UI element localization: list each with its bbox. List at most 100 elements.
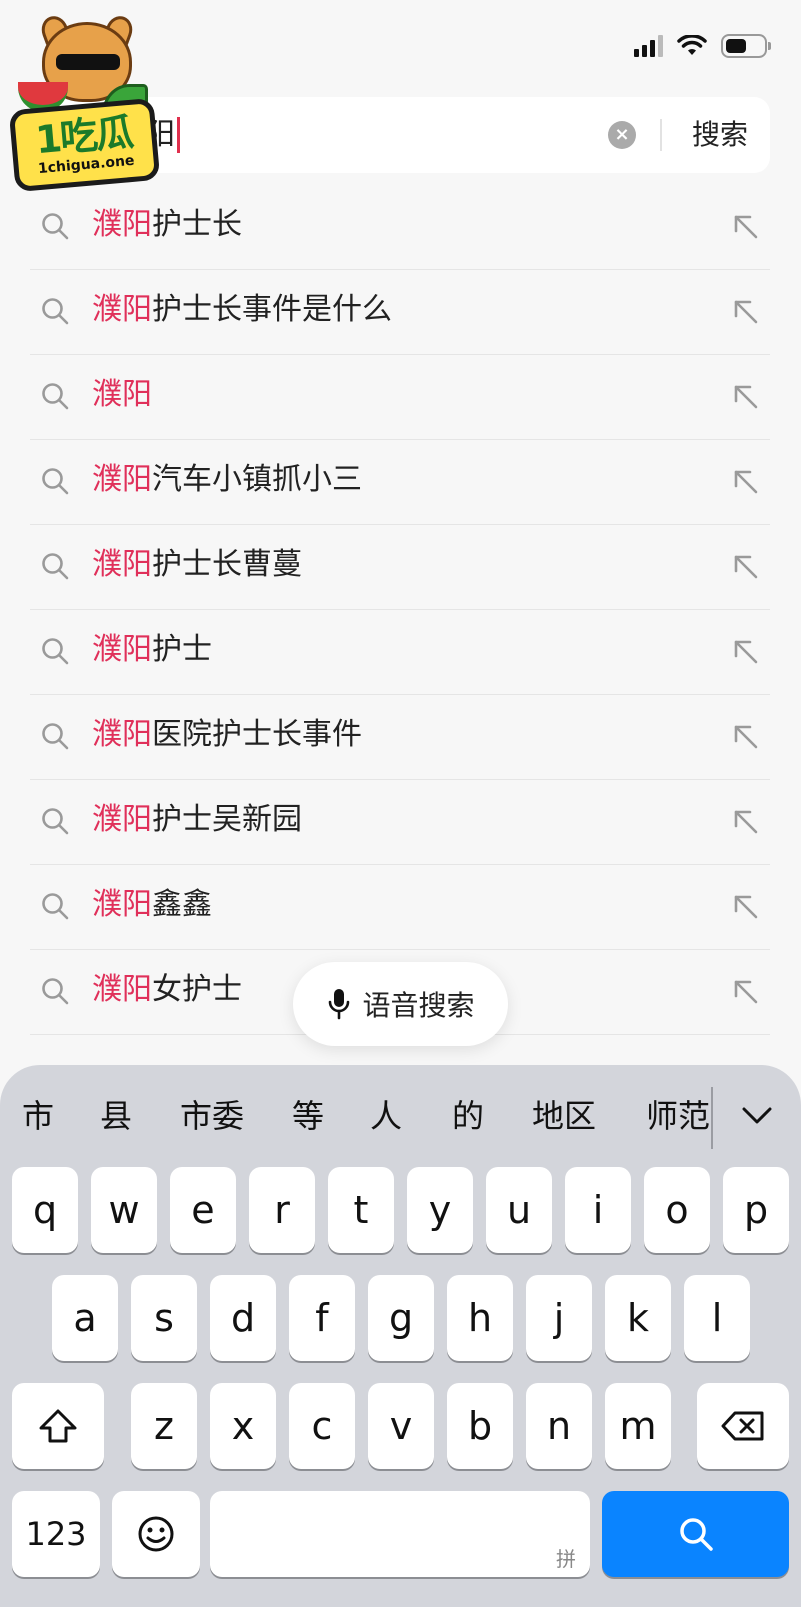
suggestion-highlight: 濮阳	[92, 802, 152, 837]
suggestion-rest: 护士长	[152, 207, 242, 242]
suggestion-rest: 鑫鑫	[152, 887, 212, 922]
key-o[interactable]: o	[644, 1167, 710, 1253]
candidate-word[interactable]: 市委	[180, 1091, 244, 1141]
candidate-word[interactable]: 县	[100, 1091, 132, 1141]
microphone-icon	[329, 989, 350, 1020]
emoji-icon	[138, 1516, 174, 1552]
suggestion-text: 濮阳护士长曹蔓	[92, 543, 302, 587]
search-key[interactable]	[602, 1491, 789, 1577]
key-n[interactable]: n	[526, 1383, 592, 1469]
search-icon	[679, 1518, 713, 1551]
key-x[interactable]: x	[210, 1383, 276, 1469]
backspace-key[interactable]	[697, 1383, 789, 1469]
fill-query-arrow-icon[interactable]	[730, 636, 760, 666]
suggestion-highlight: 濮阳	[92, 972, 152, 1007]
candidate-word[interactable]: 等	[292, 1091, 324, 1141]
suggestion-highlight: 濮阳	[92, 547, 152, 582]
key-m[interactable]: m	[605, 1383, 671, 1469]
key-w[interactable]: w	[91, 1167, 157, 1253]
key-c[interactable]: c	[289, 1383, 355, 1469]
key-z[interactable]: z	[131, 1383, 197, 1469]
fill-query-arrow-icon[interactable]	[730, 296, 760, 326]
fill-query-arrow-icon[interactable]	[730, 551, 760, 581]
key-q[interactable]: q	[12, 1167, 78, 1253]
suggestion-item[interactable]: 濮阳	[30, 355, 770, 440]
suggestion-rest: 女护士	[152, 972, 242, 1007]
suggestion-list: 濮阳护士长 濮阳护士长事件是什么 濮阳 濮阳汽车小镇抓小三 濮阳护士长曹蔓 濮阳护士 濮阳医…	[30, 185, 770, 1035]
space-key[interactable]: 拼	[210, 1491, 590, 1577]
suggestion-item[interactable]: 濮阳汽车小镇抓小三	[30, 440, 770, 525]
numbers-key[interactable]: 123	[12, 1491, 100, 1577]
watermark-logo: 1吃瓜 1chigua.one	[8, 12, 161, 193]
clear-circle-icon[interactable]: ×	[608, 121, 636, 149]
search-icon	[40, 721, 70, 751]
key-a[interactable]: a	[52, 1275, 118, 1361]
shift-key[interactable]	[12, 1383, 104, 1469]
search-icon	[40, 381, 70, 411]
candidate-word[interactable]: 师范	[646, 1091, 710, 1141]
voice-search-label: 语音搜索	[362, 989, 475, 1022]
key-e[interactable]: e	[170, 1167, 236, 1253]
key-p[interactable]: p	[723, 1167, 789, 1253]
key-k[interactable]: k	[605, 1275, 671, 1361]
suggestion-item[interactable]: 濮阳护士吴新园	[30, 780, 770, 865]
status-icons	[634, 34, 771, 58]
suggestion-highlight: 濮阳	[92, 632, 152, 667]
logo-badge: 1吃瓜 1chigua.one	[8, 97, 161, 193]
suggestion-rest: 医院护士长事件	[152, 717, 362, 752]
key-b[interactable]: b	[447, 1383, 513, 1469]
suggestion-highlight: 濮阳	[92, 887, 152, 922]
suggestion-rest: 护士长事件是什么	[152, 292, 392, 327]
suggestion-rest: 护士长曹蔓	[152, 547, 302, 582]
suggestion-rest: 汽车小镇抓小三	[152, 462, 362, 497]
key-r[interactable]: r	[249, 1167, 315, 1253]
search-icon	[40, 976, 70, 1006]
key-y[interactable]: y	[407, 1167, 473, 1253]
candidate-word[interactable]: 的	[452, 1091, 484, 1141]
fill-query-arrow-icon[interactable]	[730, 381, 760, 411]
key-d[interactable]: d	[210, 1275, 276, 1361]
suggestion-item[interactable]: 濮阳医院护士长事件	[30, 695, 770, 780]
candidate-word[interactable]: 市	[22, 1091, 54, 1141]
suggestion-highlight: 濮阳	[92, 207, 152, 242]
emoji-key[interactable]	[112, 1491, 200, 1577]
key-j[interactable]: j	[526, 1275, 592, 1361]
search-button[interactable]: 搜索	[680, 111, 760, 159]
suggestion-item[interactable]: 濮阳护士长	[30, 185, 770, 270]
suggestion-text: 濮阳护士吴新园	[92, 798, 302, 842]
candidate-word[interactable]: 人	[370, 1091, 402, 1141]
key-u[interactable]: u	[486, 1167, 552, 1253]
fill-query-arrow-icon[interactable]	[730, 466, 760, 496]
voice-search-button[interactable]: 语音搜索	[293, 962, 508, 1046]
suggestion-item[interactable]: 濮阳护士长曹蔓	[30, 525, 770, 610]
suggestion-item[interactable]: 濮阳护士长事件是什么	[30, 270, 770, 355]
candidate-divider	[711, 1087, 713, 1149]
keyboard: 市县市委等人的地区 师范 q w e r t y u i o p a s d f g h j k l z x c v b n m 12…	[0, 1065, 801, 1607]
battery-icon	[721, 34, 771, 58]
fill-query-arrow-icon[interactable]	[730, 976, 760, 1006]
suggestion-highlight: 濮阳	[92, 377, 152, 412]
suggestion-rest: 护士	[152, 632, 212, 667]
fill-query-arrow-icon[interactable]	[730, 891, 760, 921]
key-i[interactable]: i	[565, 1167, 631, 1253]
candidate-bar: 市县市委等人的地区 师范	[0, 1065, 801, 1165]
key-h[interactable]: h	[447, 1275, 513, 1361]
key-f[interactable]: f	[289, 1275, 355, 1361]
suggestion-item[interactable]: 濮阳鑫鑫	[30, 865, 770, 950]
key-v[interactable]: v	[368, 1383, 434, 1469]
fill-query-arrow-icon[interactable]	[730, 721, 760, 751]
chevron-down-icon[interactable]	[740, 1101, 774, 1131]
backspace-icon	[721, 1411, 764, 1441]
fill-query-arrow-icon[interactable]	[730, 211, 760, 241]
key-g[interactable]: g	[368, 1275, 434, 1361]
suggestion-highlight: 濮阳	[92, 462, 152, 497]
key-s[interactable]: s	[131, 1275, 197, 1361]
suggestion-text: 濮阳汽车小镇抓小三	[92, 458, 362, 502]
fill-query-arrow-icon[interactable]	[730, 806, 760, 836]
candidate-word[interactable]: 地区	[532, 1091, 596, 1141]
key-l[interactable]: l	[684, 1275, 750, 1361]
suggestion-item[interactable]: 濮阳护士	[30, 610, 770, 695]
suggestion-text: 濮阳护士长事件是什么	[92, 288, 392, 332]
search-icon	[40, 636, 70, 666]
key-t[interactable]: t	[328, 1167, 394, 1253]
